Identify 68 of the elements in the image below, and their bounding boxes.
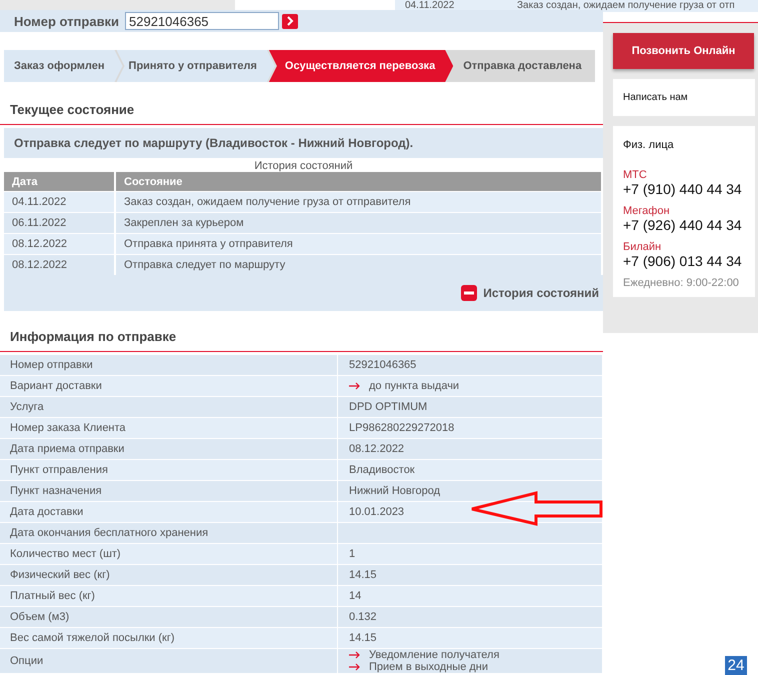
table-cell: Номер заказа Клиента <box>0 418 338 438</box>
search-label: Номер отправки <box>14 14 120 28</box>
progress-step: Осуществляется перевозка <box>268 50 454 82</box>
table-cell: Уведомление получателя <box>369 649 500 661</box>
phone-number: +7 (926) 440 44 34 <box>623 217 743 233</box>
table-cell: Пункт назначения <box>0 480 338 502</box>
table-caption: История состояний <box>253 160 354 172</box>
table-cell: 08.12.2022 <box>349 443 404 455</box>
table-cell: Владивосток <box>349 464 415 476</box>
table-cell: 14.15 <box>349 569 377 581</box>
operator-name: Мегафон <box>623 205 671 217</box>
column-header: Состояние <box>115 172 602 192</box>
table-cell: Пункт отправления <box>0 460 338 480</box>
table-cell: 10.01.2023 <box>349 506 404 518</box>
table-cell: 52921046365 <box>349 359 416 371</box>
table-cell: до пункта выдачи <box>369 380 460 392</box>
call-online-button[interactable]: Позвонить Онлайн <box>613 33 754 69</box>
table-cell: Объем (м3) <box>0 606 338 628</box>
table-cell: 08.12.2022 <box>4 254 115 275</box>
table-cell: Дата доставки <box>0 502 338 522</box>
status-message: Отправка следует по маршруту (Владивосток - Нижний Новгород). <box>4 128 603 158</box>
table-cell: Услуга <box>0 396 338 418</box>
contacts-title: Физ. лица <box>623 139 675 151</box>
section-heading: Информация по отправке <box>0 329 603 352</box>
table-cell: 0.132 <box>349 611 377 623</box>
table-cell-text: 04.11.2022 <box>404 0 456 12</box>
progress-step: Заказ оформлен <box>4 50 123 82</box>
table-cell: 06.11.2022 <box>4 212 115 234</box>
table-cell: 08.12.2022 <box>4 234 115 254</box>
phone-number: +7 (906) 013 44 34 <box>623 253 743 269</box>
table-cell: Опции <box>0 648 338 674</box>
table-cell: DPD OPTIMUM <box>349 401 428 413</box>
table-cell: 14.15 <box>349 632 377 644</box>
arrow-icon <box>349 651 361 659</box>
chevron-icon <box>286 16 294 26</box>
phone-number: +7 (910) 440 44 34 <box>623 181 743 197</box>
table-cell: Заказ создан, ожидаем получение груза от отправителя <box>115 192 602 212</box>
table-cell: Прием в выходные дни <box>369 661 488 673</box>
operator-name: Билайн <box>623 241 662 253</box>
table-cell: Закреплен за курьером <box>115 212 602 234</box>
table-cell: Номер отправки <box>0 354 338 376</box>
table-cell: Платный вес (кг) <box>0 586 338 606</box>
table-cell: Заказ создан, ожидаем получение груза от отп <box>517 0 735 12</box>
arrow-icon <box>349 663 361 671</box>
table-cell: 14 <box>349 590 362 602</box>
table-cell: LP986280229272018 <box>349 422 454 434</box>
table-cell: Отправка принята у отправителя <box>115 234 602 254</box>
table-cell: Дата окончания бесплатного хранения <box>0 522 338 544</box>
tracking-number-field[interactable]: 52921046365 <box>125 12 279 30</box>
table-cell: Физический вес (кг) <box>0 564 338 586</box>
section-heading: Текущее состояние <box>0 102 603 125</box>
history-toggle[interactable]: История состояний <box>461 285 599 301</box>
table-cell: Отправка следует по маршруту <box>115 254 602 275</box>
chat-badge[interactable]: 24 <box>725 656 747 675</box>
table-cell: Вариант доставки <box>0 376 338 396</box>
operator-name: МТС <box>623 169 648 181</box>
progress-step: Принято у отправителя <box>116 50 275 82</box>
arrow-icon <box>349 382 361 390</box>
table-cell: Нижний Новгород <box>349 485 440 497</box>
working-hours: Ежедневно: 9:00-22:00 <box>623 277 740 289</box>
table-cell: 1 <box>349 548 356 560</box>
column-header: Дата <box>4 172 115 192</box>
table-cell: Количество мест (шт) <box>0 544 338 564</box>
search-button[interactable] <box>282 14 298 28</box>
table-cell: 04.11.2022 <box>4 192 115 212</box>
collapse-icon <box>461 285 478 301</box>
table-cell: Вес самой тяжелой посылки (кг) <box>0 628 338 648</box>
table-cell: Дата приема отправки <box>0 438 338 460</box>
